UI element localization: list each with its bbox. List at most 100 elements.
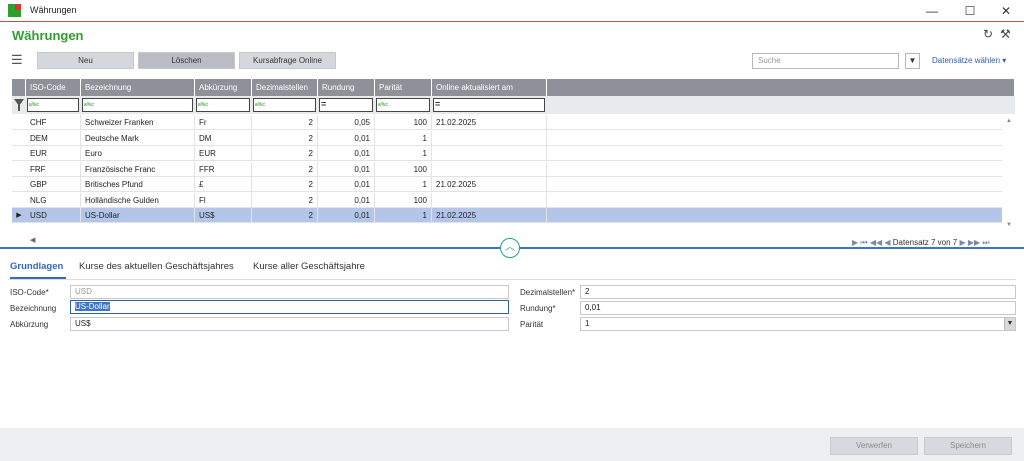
table-row[interactable]: CHF Schweizer Franken Fr 2 0,05 100 21.02.2025 <box>12 115 1002 130</box>
table-row[interactable]: ▶ USD US-Dollar US$ 2 0,01 1 21.02.2025 <box>12 208 1002 223</box>
cell-rundung[interactable]: 0,01 <box>318 208 375 223</box>
cell-bezeichnung[interactable]: Französische Franc <box>81 161 195 177</box>
cell-abkuerzung[interactable]: DM <box>195 130 252 146</box>
cell-online-aktualisiert[interactable] <box>432 161 547 177</box>
cell-online-aktualisiert[interactable]: 21.02.2025 <box>432 177 547 192</box>
cell-bezeichnung[interactable]: Schweizer Franken <box>81 115 195 130</box>
filter-operator-icon[interactable]: a%c <box>84 100 96 110</box>
tab-kurse-aktuelles-geschaeftsjahr[interactable]: Kurse des aktuellen Geschäftsjahres <box>79 261 234 272</box>
scroll-up-icon[interactable]: ▲ <box>1006 118 1012 124</box>
cell-rundung[interactable]: 0,01 <box>318 192 375 208</box>
pager-prev-page-icon[interactable]: ◀◀ <box>870 238 882 247</box>
cell-online-aktualisiert[interactable]: 21.02.2025 <box>432 208 547 223</box>
cell-dezimalstellen[interactable]: 2 <box>252 208 318 223</box>
scroll-left-icon[interactable]: ◀ <box>30 236 35 244</box>
cell-rundung[interactable]: 0,01 <box>318 130 375 146</box>
cell-rundung[interactable]: 0,05 <box>318 115 375 130</box>
filter-bezeichnung[interactable]: a%c <box>82 98 193 112</box>
dezimalstellen-field[interactable]: 2 <box>580 285 1016 299</box>
cell-abkuerzung[interactable]: US$ <box>195 208 252 223</box>
column-header-online-aktualisiert[interactable]: Online aktualisiert am <box>432 79 547 96</box>
cell-iso-code[interactable]: NLG <box>26 192 81 208</box>
close-button[interactable]: ✕ <box>988 2 1024 20</box>
cell-online-aktualisiert[interactable] <box>432 192 547 208</box>
rate-query-online-button[interactable]: Kursabfrage Online <box>239 52 336 69</box>
maximize-button[interactable]: ☐ <box>952 2 988 20</box>
pager-prev-icon[interactable]: ◀ <box>884 238 890 247</box>
filter-iso-code[interactable]: a%c <box>27 98 79 112</box>
iso-code-field[interactable]: USD <box>70 285 509 299</box>
filter-operator-icon[interactable]: a%c <box>255 100 267 110</box>
cell-iso-code[interactable]: DEM <box>26 130 81 146</box>
paritaet-select[interactable]: 1 ▼ <box>580 317 1016 331</box>
refresh-icon[interactable]: ↻ <box>983 27 993 41</box>
cell-abkuerzung[interactable]: £ <box>195 177 252 192</box>
cell-paritaet[interactable]: 1 <box>375 177 432 192</box>
cell-paritaet[interactable]: 100 <box>375 115 432 130</box>
wrench-icon[interactable]: ⚒ <box>1000 27 1011 41</box>
cell-dezimalstellen[interactable]: 2 <box>252 146 318 161</box>
rundung-field[interactable]: 0,01 <box>580 301 1016 315</box>
tab-grundlagen[interactable]: Grundlagen <box>10 261 63 272</box>
cell-paritaet[interactable]: 1 <box>375 130 432 146</box>
select-records-dropdown[interactable]: Datensätze wählen ▾ <box>932 56 1006 65</box>
cell-dezimalstellen[interactable]: 2 <box>252 115 318 130</box>
filter-rundung[interactable]: = <box>319 98 373 112</box>
vertical-scrollbar[interactable]: ▲ ▼ <box>1004 114 1015 232</box>
cell-abkuerzung[interactable]: Fr <box>195 115 252 130</box>
table-row[interactable]: EUR Euro EUR 2 0,01 1 <box>12 146 1002 161</box>
column-header-abkuerzung[interactable]: Abkürzung <box>195 79 252 96</box>
cell-abkuerzung[interactable]: Fl <box>195 192 252 208</box>
filter-operator-icon[interactable]: a%c <box>378 100 390 110</box>
pager-next-record-icon[interactable]: ▶ <box>959 238 965 247</box>
filter-icon[interactable] <box>14 99 24 111</box>
table-row[interactable]: NLG Holländische Gulden Fl 2 0,01 100 <box>12 192 1002 208</box>
table-row[interactable]: FRF Französische Franc FFR 2 0,01 100 <box>12 161 1002 177</box>
pager-next-page-icon[interactable]: ▶▶ <box>968 238 980 247</box>
filter-online-aktualisiert[interactable]: = <box>433 98 545 112</box>
cell-abkuerzung[interactable]: FFR <box>195 161 252 177</box>
column-header-iso-code[interactable]: ISO-Code <box>26 79 81 96</box>
filter-operator-icon[interactable]: = <box>321 100 333 110</box>
discard-button[interactable]: Verwerfen <box>830 437 918 455</box>
chevron-down-icon[interactable]: ▼ <box>1004 318 1015 330</box>
search-input[interactable]: Suche <box>752 53 899 69</box>
cell-bezeichnung[interactable]: Deutsche Mark <box>81 130 195 146</box>
column-header-rundung[interactable]: Rundung <box>318 79 375 96</box>
table-row[interactable]: GBP Britisches Pfund £2 0,01 1 21.02.2025 <box>12 177 1002 192</box>
bezeichnung-field[interactable]: US-Dollar <box>70 300 509 314</box>
minimize-button[interactable]: — <box>914 2 950 20</box>
cell-bezeichnung[interactable]: Britisches Pfund <box>81 177 195 192</box>
cell-bezeichnung[interactable]: US-Dollar <box>81 208 195 223</box>
cell-abkuerzung[interactable]: EUR <box>195 146 252 161</box>
column-header-dezimalstellen[interactable]: Dezimalstellen <box>252 79 318 96</box>
cell-paritaet[interactable]: 1 <box>375 146 432 161</box>
cell-dezimalstellen[interactable]: 2 <box>252 130 318 146</box>
delete-button[interactable]: Löschen <box>138 52 235 69</box>
cell-dezimalstellen[interactable]: 2 <box>252 192 318 208</box>
filter-operator-icon[interactable]: = <box>435 100 447 110</box>
cell-online-aktualisiert[interactable] <box>432 130 547 146</box>
cell-iso-code[interactable]: GBP <box>26 177 81 192</box>
cell-paritaet[interactable]: 100 <box>375 161 432 177</box>
pager-last-icon[interactable]: ⏭ <box>982 238 989 247</box>
cell-bezeichnung[interactable]: Holländische Gulden <box>81 192 195 208</box>
cell-iso-code[interactable]: CHF <box>26 115 81 130</box>
pager-next-icon[interactable]: ▶ <box>852 238 858 247</box>
cell-dezimalstellen[interactable]: 2 <box>252 177 318 192</box>
column-header-bezeichnung[interactable]: Bezeichnung <box>81 79 195 96</box>
abkuerzung-field[interactable]: US$ <box>70 317 509 331</box>
cell-iso-code[interactable]: FRF <box>26 161 81 177</box>
menu-icon[interactable]: ☰ <box>11 52 23 68</box>
table-row[interactable]: DEM Deutsche Mark DM 2 0,01 1 <box>12 130 1002 146</box>
column-header-paritaet[interactable]: Parität <box>375 79 432 96</box>
filter-operator-icon[interactable]: a%c <box>198 100 210 110</box>
filter-paritaet[interactable]: a%c <box>376 98 430 112</box>
cell-bezeichnung[interactable]: Euro <box>81 146 195 161</box>
pager-first-icon[interactable]: ⏮ <box>860 238 867 247</box>
scroll-down-icon[interactable]: ▼ <box>1006 222 1012 228</box>
collapse-panel-icon[interactable]: ︿ <box>500 238 520 258</box>
cell-online-aktualisiert[interactable]: 21.02.2025 <box>432 115 547 130</box>
search-dropdown-button[interactable]: ▼ <box>905 53 920 69</box>
new-button[interactable]: Neu <box>37 52 134 69</box>
